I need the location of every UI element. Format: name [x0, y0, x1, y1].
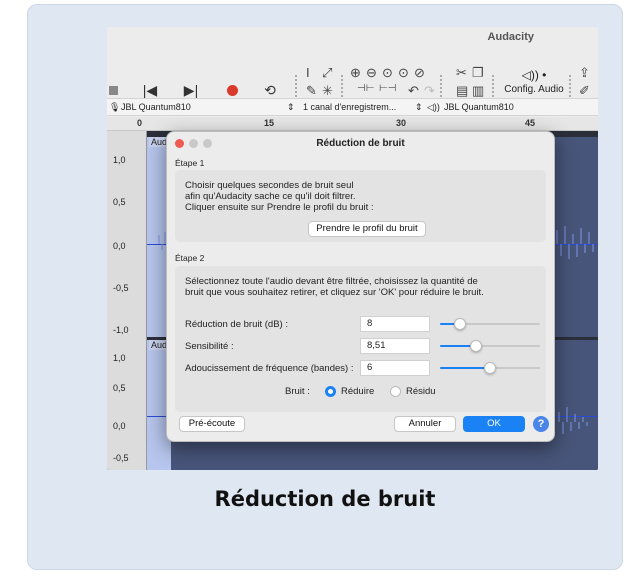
toolbar-grip[interactable] — [440, 75, 444, 97]
output-device-select[interactable]: JBL Quantum810 — [444, 102, 514, 112]
silence-icon[interactable]: ⊢⊣ — [379, 83, 396, 94]
slider-knob[interactable] — [470, 340, 482, 352]
scale-label: 1,0 — [113, 155, 126, 165]
noise-reduction-slider[interactable] — [440, 318, 540, 330]
frequency-smoothing-label: Adoucissement de fréquence (bandes) : — [185, 363, 354, 374]
toolbar-grip[interactable] — [569, 75, 573, 97]
toolbar-grip[interactable] — [295, 75, 299, 97]
undo-icon[interactable]: ↶ — [408, 83, 419, 99]
caption: Réduction de bruit — [214, 487, 436, 511]
scale-label: 0,0 — [113, 421, 126, 431]
noise-reduction-label: Réduction de bruit (dB) : — [185, 319, 288, 330]
chevron-updown-icon: ⇕ — [287, 102, 295, 112]
share-icon[interactable]: ⇪ — [579, 65, 590, 81]
step1-heading: Étape 1 — [175, 158, 205, 168]
zoom-selection-icon[interactable]: ⊙ — [382, 65, 393, 81]
scale-label: 1,0 — [113, 353, 126, 363]
toolbar-grip[interactable] — [492, 75, 496, 97]
ruler-tick: 15 — [264, 118, 275, 128]
zoom-toggle-icon[interactable]: ⊘ — [414, 65, 425, 81]
ok-button[interactable]: OK — [463, 416, 525, 432]
channels-select[interactable]: 1 canal d'enregistrem... — [303, 102, 396, 112]
draw-tool-icon[interactable]: ✎ — [306, 83, 317, 99]
frequency-smoothing-field[interactable]: 6 — [360, 360, 430, 376]
input-device-select[interactable]: JBL Quantum810 — [121, 102, 191, 112]
step2-line: bruit que vous souhaitez retirer, et cli… — [185, 287, 484, 298]
scale-label: 0,5 — [113, 197, 126, 207]
microphone-icon: 🎙 — [109, 102, 121, 112]
noise-reduction-dialog: Réduction de bruit Étape 1 Choisir quelq… — [166, 131, 555, 442]
trim-icon[interactable]: ⊣⊢ — [357, 83, 374, 94]
residue-radio[interactable] — [390, 386, 401, 397]
paste-icon[interactable]: ▤ — [456, 83, 468, 99]
ruler-tick: 0 — [137, 118, 143, 128]
content-card: Audacity |◀ ▶| ⟲ I ⤢ ✎ ✳ ⊕ ⊖ ⊙ ⊙ ⊘ ⊣⊢ ⊢⊣… — [27, 4, 623, 570]
dialog-title: Réduction de bruit — [316, 138, 405, 149]
reduce-radio[interactable] — [325, 386, 336, 397]
noise-reduction-field[interactable]: 8 — [360, 316, 430, 332]
scale-label: -1,0 — [113, 325, 129, 335]
toolbar-grip[interactable] — [341, 75, 345, 97]
step2-heading: Étape 2 — [175, 253, 205, 263]
scale-label: 0,5 — [113, 383, 126, 393]
frequency-smoothing-slider[interactable] — [440, 362, 540, 374]
reduce-option-label[interactable]: Réduire — [341, 386, 374, 397]
envelope-tool-icon[interactable]: ⤢ — [322, 65, 332, 81]
step2-group: Sélectionnez toute l'audio devant être f… — [175, 266, 546, 412]
residue-option-label[interactable]: Résidu — [406, 386, 436, 397]
get-noise-profile-button[interactable]: Prendre le profil du bruit — [308, 221, 426, 237]
scale-label: 0,0 — [113, 241, 126, 251]
step1-line: Cliquer ensuite sur Prendre le profil du… — [185, 202, 374, 213]
zoom-in-icon[interactable]: ⊕ — [350, 65, 361, 81]
effects-icon[interactable]: ✐ — [579, 83, 590, 99]
scale-label: -0,5 — [113, 453, 129, 463]
ruler-tick: 30 — [396, 118, 407, 128]
cut-icon[interactable]: ✂ — [456, 65, 467, 81]
cancel-button[interactable]: Annuler — [394, 416, 456, 432]
sensitivity-field[interactable]: 8,51 — [360, 338, 430, 354]
scale-label: -0,5 — [113, 283, 129, 293]
preview-button[interactable]: Pré-écoute — [179, 416, 245, 432]
slider-fill — [440, 367, 490, 369]
multi-tool-icon[interactable]: ✳ — [322, 83, 333, 99]
slider-knob[interactable] — [454, 318, 466, 330]
device-toolbar: 🎙 JBL Quantum810 ⇕ 1 canal d'enregistrem… — [107, 98, 598, 116]
step1-group: Choisir quelques secondes de bruit seul … — [175, 170, 546, 242]
selection-tool-icon[interactable]: I — [306, 65, 310, 80]
chevron-updown-icon: ⇕ — [415, 102, 423, 112]
audio-setup-label: Config. Audio — [504, 84, 564, 95]
zoom-fit-icon[interactable]: ⊙ — [398, 65, 409, 81]
vertical-scale: 1,0 0,5 0,0 -0,5 -1,0 1,0 0,5 0,0 -0,5 — [107, 131, 147, 470]
step2-line: Sélectionnez toute l'audio devant être f… — [185, 276, 478, 287]
delete-icon[interactable]: ▥ — [472, 83, 484, 99]
noise-mode-label: Bruit : — [285, 386, 310, 397]
zoom-out-icon[interactable]: ⊖ — [366, 65, 377, 81]
help-icon[interactable]: ? — [533, 416, 549, 432]
copy-icon[interactable]: ❐ — [472, 65, 484, 81]
speaker-icon: ◁)) • — [521, 68, 547, 82]
sensitivity-label: Sensibilité : — [185, 341, 234, 352]
slider-knob[interactable] — [484, 362, 496, 374]
speaker-icon: ◁)) — [427, 102, 440, 112]
audacity-screenshot: Audacity |◀ ▶| ⟲ I ⤢ ✎ ✳ ⊕ ⊖ ⊙ ⊙ ⊘ ⊣⊢ ⊢⊣… — [107, 27, 598, 470]
ruler-tick: 45 — [525, 118, 536, 128]
sensitivity-slider[interactable] — [440, 340, 540, 352]
redo-icon[interactable]: ↷ — [424, 83, 435, 99]
step1-line: afin qu'Audacity sache ce qu'il doit fil… — [185, 191, 356, 202]
timeline-ruler[interactable]: 0 15 30 45 — [107, 117, 598, 131]
step1-line: Choisir quelques secondes de bruit seul — [185, 180, 354, 191]
audio-setup-button[interactable]: ◁)) • Config. Audio — [504, 68, 564, 95]
